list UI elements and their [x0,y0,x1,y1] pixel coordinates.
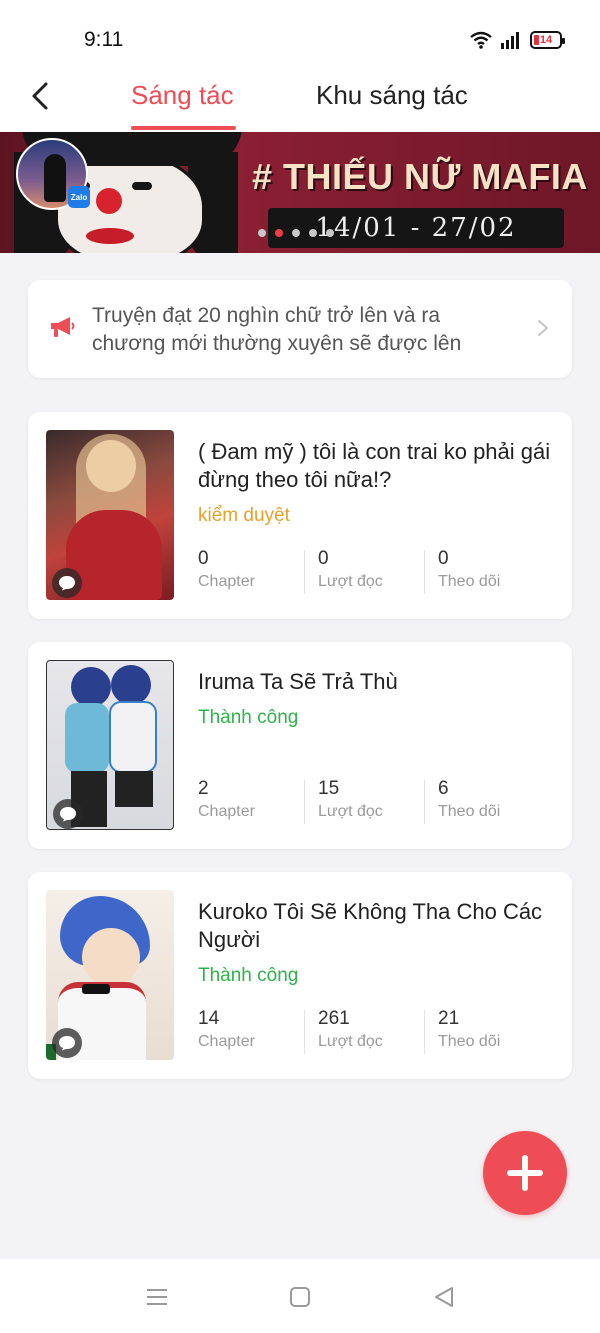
pagination-dot[interactable] [292,229,300,237]
triangle-back-icon[interactable] [432,1285,456,1309]
notice-card[interactable]: Truyện đạt 20 nghìn chữ trở lên và ra ch… [28,280,572,378]
stat-chapter: 0 Chapter [198,548,318,600]
back-button[interactable] [22,78,58,114]
banner-pagination [258,229,334,237]
status-icons: 14 [470,28,565,52]
stat-label: Chapter [198,1033,255,1050]
chevron-left-icon [32,82,48,110]
story-cover-image [46,430,174,600]
notice-text: Truyện đạt 20 nghìn chữ trở lên và ra ch… [92,304,462,355]
pagination-dot[interactable] [326,229,334,237]
story-status: Thành công [198,707,299,728]
chat-bubble-icon [52,1028,82,1058]
stat-chapter: 2 Chapter [198,778,318,830]
chat-bubble-icon [53,799,83,829]
stat-value: 261 [318,1008,350,1029]
story-title: Iruma Ta Sẽ Trả Thù [198,669,398,694]
story-card[interactable]: ( Đam mỹ ) tôi là con trai ko phải gái đ… [28,412,572,619]
signal-icon [501,32,519,49]
stat-chapter: 14 Chapter [198,1008,318,1060]
stat-label: Theo dõi [438,573,501,590]
stat-views: 0 Lượt đọc [304,548,438,600]
stat-value: 0 [438,548,449,569]
zalo-badge: Zalo [68,186,90,208]
status-bar: 9:11 14 [0,0,600,70]
story-title: Kuroko Tôi Sẽ Không Tha Cho Các Người [198,899,543,952]
chat-bubble-icon [52,568,82,598]
stat-followers: 0 Theo dõi [424,548,558,600]
status-time: 9:11 [84,28,124,51]
battery-icon: 14 [530,31,565,49]
wifi-icon [470,31,492,49]
story-card[interactable]: Iruma Ta Sẽ Trả Thù Thành công 2 Chapter… [28,642,572,849]
stat-label: Lượt đọc [318,1033,383,1050]
stat-label: Theo dõi [438,803,501,820]
story-cover-image [46,660,174,830]
pagination-dot[interactable] [258,229,266,237]
stat-value: 0 [198,548,209,569]
story-stats: 14 Chapter 261 Lượt đọc 21 Theo dõi [198,1008,558,1060]
stat-label: Chapter [198,803,255,820]
square-icon[interactable] [288,1285,312,1309]
stat-value: 14 [198,1008,220,1029]
stat-label: Theo dõi [438,1033,501,1050]
pagination-dot[interactable] [309,229,317,237]
pagination-dot-active[interactable] [275,229,283,237]
story-status: Thành công [198,965,299,986]
stat-value: 6 [438,778,449,799]
story-stats: 2 Chapter 15 Lượt đọc 6 Theo dõi [198,778,558,830]
story-title: ( Đam mỹ ) tôi là con trai ko phải gái đ… [198,439,551,492]
stat-value: 15 [318,778,340,799]
top-navigation: Sáng tác Khu sáng tác [0,70,600,132]
plus-icon [507,1155,543,1191]
chevron-right-icon [538,320,548,336]
megaphone-icon [51,317,75,337]
system-navigation-bar [0,1259,600,1333]
stat-label: Chapter [198,573,255,590]
stat-followers: 21 Theo dõi [424,1008,558,1060]
story-status: kiểm duyệt [198,505,290,526]
add-story-button[interactable] [483,1131,567,1215]
stat-value: 0 [318,548,329,569]
story-cover-image [46,890,174,1060]
menu-icon[interactable] [145,1285,169,1309]
story-card[interactable]: Kuroko Tôi Sẽ Không Tha Cho Các Người Th… [28,872,572,1079]
stat-value: 2 [198,778,209,799]
stat-followers: 6 Theo dõi [424,778,558,830]
tab-khu-sang-tac[interactable]: Khu sáng tác [316,80,468,111]
tab-sang-tac[interactable]: Sáng tác [131,80,234,111]
stat-views: 261 Lượt đọc [304,1008,438,1060]
stat-label: Lượt đọc [318,803,383,820]
active-tab-indicator [131,126,236,130]
battery-level: 14 [539,34,553,46]
stat-label: Lượt đọc [318,573,383,590]
stat-value: 21 [438,1008,460,1029]
banner-title: # THIẾU NỮ MAFIA [252,156,588,197]
stat-views: 15 Lượt đọc [304,778,438,830]
story-stats: 0 Chapter 0 Lượt đọc 0 Theo dõi [198,548,558,600]
banner-date: 14/01 - 27/02 [268,208,564,248]
